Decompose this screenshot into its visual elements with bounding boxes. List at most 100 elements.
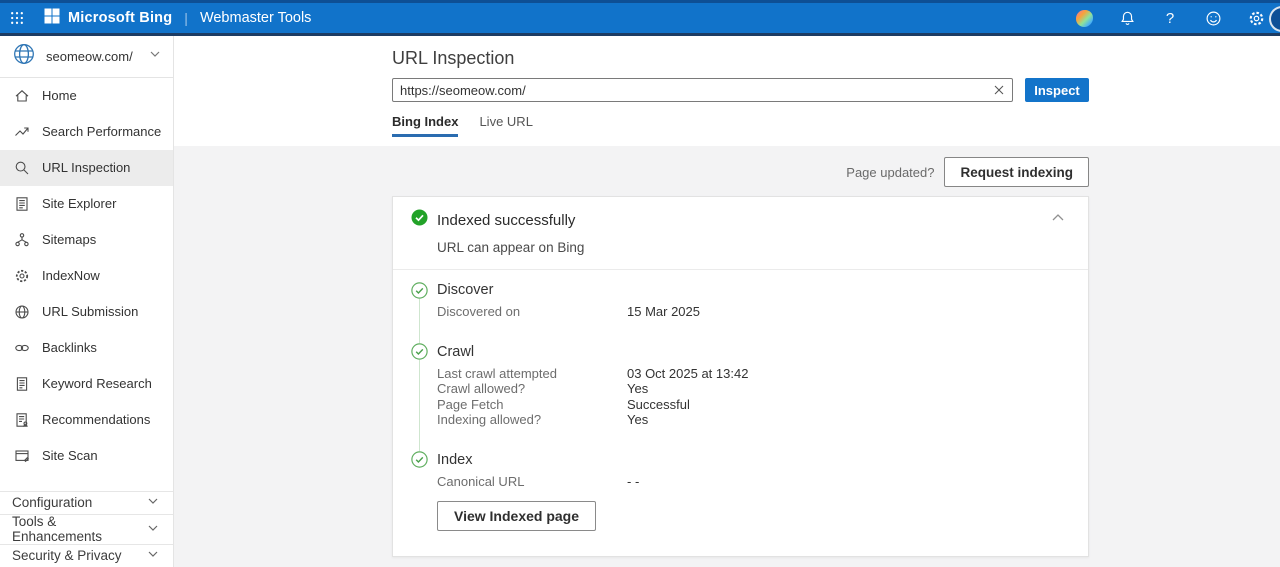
section-label: Security & Privacy: [12, 548, 147, 563]
sidebar-item-site-explorer[interactable]: Site Explorer: [0, 186, 173, 222]
help-icon[interactable]: ?: [1160, 8, 1180, 28]
clear-input-icon[interactable]: [991, 82, 1007, 98]
site-name: seomeow.com/: [46, 49, 139, 64]
sidebar-item-label: Home: [42, 88, 77, 103]
section-title: Discover: [437, 282, 493, 298]
sidebar-item-search-performance[interactable]: Search Performance: [0, 114, 173, 150]
section-label: Tools & Enhancements: [12, 514, 147, 544]
trend-chart-icon: [13, 123, 30, 140]
sidebar-item-label: Site Scan: [42, 448, 98, 463]
success-check-icon: [411, 209, 428, 231]
sidebar-item-label: Keyword Research: [42, 376, 152, 391]
detail-row: Page Fetch Successful: [437, 397, 1070, 413]
result-status-header: Indexed successfully URL can appear on B…: [393, 197, 1088, 270]
sidebar-item-home[interactable]: Home: [0, 78, 173, 114]
row-value: - -: [627, 474, 639, 490]
section-discover: Discover Discovered on 15 Mar 2025: [411, 281, 1070, 320]
main-header: URL Inspection Inspect: [174, 36, 1280, 146]
sidebar-item-label: Sitemaps: [42, 232, 96, 247]
sidebar-item-url-inspection[interactable]: URL Inspection: [0, 150, 173, 186]
chevron-down-icon: [147, 495, 159, 510]
site-selector[interactable]: seomeow.com/: [0, 36, 173, 78]
profile-avatar[interactable]: [1269, 6, 1280, 32]
gear-icon: [13, 267, 30, 284]
topbar: Microsoft Bing | Webmaster Tools ?: [0, 0, 1280, 36]
result-timeline: Discover Discovered on 15 Mar 2025: [393, 270, 1088, 531]
sidebar-item-site-scan[interactable]: Site Scan: [0, 438, 173, 474]
detail-row: Indexing allowed? Yes: [437, 412, 1070, 428]
sitemap-hierarchy-icon: [13, 231, 30, 248]
inspection-result-panel: Indexed successfully URL can appear on B…: [392, 196, 1089, 557]
sidebar-item-recommendations[interactable]: Recommendations: [0, 402, 173, 438]
copilot-icon[interactable]: [1074, 8, 1094, 28]
detail-row: Crawl allowed? Yes: [437, 381, 1070, 397]
check-outline-icon: [411, 282, 428, 299]
row-label: Page Fetch: [437, 397, 627, 413]
sidebar-section-security-privacy[interactable]: Security & Privacy: [0, 544, 173, 567]
sidebar-item-keyword-research[interactable]: Keyword Research: [0, 366, 173, 402]
document-text-icon: [13, 375, 30, 392]
page-updated-label: Page updated?: [846, 165, 934, 180]
sidebar-section-configuration[interactable]: Configuration: [0, 491, 173, 514]
row-label: Indexing allowed?: [437, 412, 627, 428]
brand[interactable]: Microsoft Bing | Webmaster Tools: [44, 8, 311, 29]
row-value: 03 Oct 2025 at 13:42: [627, 366, 748, 382]
tab-live-url[interactable]: Live URL: [479, 114, 532, 137]
notifications-bell-icon[interactable]: [1117, 8, 1137, 28]
row-value: Yes: [627, 412, 648, 428]
request-indexing-button[interactable]: Request indexing: [944, 157, 1089, 187]
detail-row: Last crawl attempted 03 Oct 2025 at 13:4…: [437, 366, 1070, 382]
row-label: Discovered on: [437, 304, 627, 320]
sidebar-item-label: Site Explorer: [42, 196, 116, 211]
section-title: Index: [437, 452, 472, 468]
home-icon: [13, 87, 30, 104]
sidebar-item-label: Backlinks: [42, 340, 97, 355]
chevron-down-icon: [147, 522, 159, 537]
chevron-down-icon: [147, 548, 159, 563]
collapse-chevron-up-icon[interactable]: [1050, 210, 1066, 226]
microsoft-logo-icon: [44, 8, 60, 29]
sidebar-item-indexnow[interactable]: IndexNow: [0, 258, 173, 294]
sidebar-section-tools-enhancements[interactable]: Tools & Enhancements: [0, 514, 173, 544]
main-area: URL Inspection Inspect: [174, 36, 1280, 567]
detail-row: Discovered on 15 Mar 2025: [437, 304, 1070, 320]
url-input[interactable]: [392, 78, 1013, 102]
row-label: Last crawl attempted: [437, 366, 627, 382]
section-label: Configuration: [12, 495, 147, 510]
brand-separator: |: [184, 10, 188, 26]
check-outline-icon: [411, 343, 428, 360]
row-value: Yes: [627, 381, 648, 397]
sidebar-item-backlinks[interactable]: Backlinks: [0, 330, 173, 366]
sidebar-item-label: URL Inspection: [42, 160, 130, 175]
document-person-icon: [13, 411, 30, 428]
sidebar: seomeow.com/ Home: [0, 36, 174, 567]
app-launcher-waffle-icon[interactable]: [0, 3, 34, 33]
globe-icon: [12, 42, 36, 71]
topbar-actions: ?: [1074, 8, 1270, 28]
inspect-button[interactable]: Inspect: [1025, 78, 1089, 102]
brand-name: Microsoft Bing: [68, 10, 172, 26]
status-subtitle: URL can appear on Bing: [437, 240, 1068, 256]
page: Microsoft Bing | Webmaster Tools ?: [0, 0, 1280, 567]
product-name: Webmaster Tools: [200, 10, 311, 26]
view-indexed-page-button[interactable]: View Indexed page: [437, 501, 596, 531]
browser-scan-icon: [13, 447, 30, 464]
sidebar-item-url-submission[interactable]: URL Submission: [0, 294, 173, 330]
globe-small-icon: [13, 303, 30, 320]
section-index: Index Canonical URL - -: [411, 451, 1070, 490]
row-value: Successful: [627, 397, 690, 413]
section-crawl: Crawl Last crawl attempted 03 Oct 2025 a…: [411, 343, 1070, 428]
tab-bing-index[interactable]: Bing Index: [392, 114, 458, 137]
row-label: Crawl allowed?: [437, 381, 627, 397]
sidebar-item-label: IndexNow: [42, 268, 100, 283]
document-list-icon: [13, 195, 30, 212]
check-outline-icon: [411, 451, 428, 468]
sidebar-item-label: URL Submission: [42, 304, 138, 319]
sidebar-item-sitemaps[interactable]: Sitemaps: [0, 222, 173, 258]
section-title: Crawl: [437, 344, 474, 360]
settings-gear-icon[interactable]: [1246, 8, 1266, 28]
feedback-smiley-icon[interactable]: [1203, 8, 1223, 28]
timeline-rail: [419, 290, 420, 455]
sidebar-item-label: Search Performance: [42, 124, 161, 139]
magnifier-icon: [13, 159, 30, 176]
